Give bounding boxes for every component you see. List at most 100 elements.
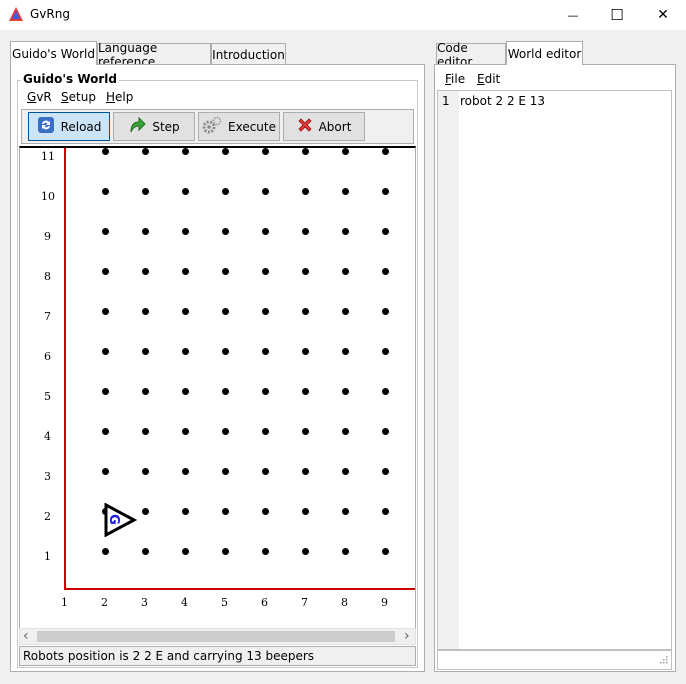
abort-x-icon <box>297 117 313 136</box>
grid-intersection-dot <box>141 187 149 195</box>
grid-intersection-dot <box>181 547 189 555</box>
grid-intersection-dot <box>101 387 109 395</box>
grid-intersection-dot <box>221 467 229 475</box>
grid-intersection-dot <box>381 267 389 275</box>
scroll-left-arrow-icon[interactable]: ‹ <box>23 628 29 644</box>
tab-guidos-world[interactable]: Guido's World <box>10 41 97 65</box>
step-arrow-icon <box>128 116 147 137</box>
tab-world-editor[interactable]: World editor <box>506 41 583 65</box>
tab-introduction[interactable]: Introduction <box>211 43 286 65</box>
maximize-button[interactable]: ☐ <box>594 0 640 30</box>
step-label: Step <box>152 119 180 134</box>
grid-intersection-dot <box>381 347 389 355</box>
title-bar: GvRng — ☐ ✕ <box>0 0 686 30</box>
menu-gvr[interactable]: GvR <box>27 90 52 104</box>
grid-intersection-dot <box>341 387 349 395</box>
grid-intersection-dot <box>221 387 229 395</box>
execute-button[interactable]: Execute <box>198 112 280 141</box>
reload-button[interactable]: Reload <box>28 112 110 141</box>
grid-intersection-dot <box>261 547 269 555</box>
y-axis-label: 1 <box>44 550 51 563</box>
grid-intersection-dot <box>141 507 149 515</box>
tab-language-reference[interactable]: Language reference <box>97 41 211 69</box>
tab-code-editor[interactable]: Code editor <box>436 41 506 69</box>
scroll-right-arrow-icon[interactable]: › <box>404 628 410 644</box>
y-axis-label: 2 <box>44 510 51 523</box>
horizontal-scrollbar[interactable]: ‹ › <box>19 628 416 645</box>
status-bar: Robots position is 2 2 E and carrying 13… <box>19 646 416 666</box>
south-wall <box>64 588 415 590</box>
grid-intersection-dot <box>381 427 389 435</box>
grid-intersection-dot <box>341 467 349 475</box>
grid-intersection-dot <box>101 427 109 435</box>
scrollbar-thumb[interactable] <box>37 631 395 642</box>
x-axis-label: 1 <box>61 596 68 609</box>
grid-intersection-dot <box>181 267 189 275</box>
grid-intersection-dot <box>261 347 269 355</box>
grid-intersection-dot <box>261 507 269 515</box>
grid-intersection-dot <box>261 187 269 195</box>
x-axis-label: 4 <box>181 596 188 609</box>
grid-intersection-dot <box>141 547 149 555</box>
grid-intersection-dot <box>341 187 349 195</box>
grid-intersection-dot <box>101 347 109 355</box>
grid-intersection-dot <box>181 227 189 235</box>
x-axis-label: 3 <box>141 596 148 609</box>
grid-intersection-dot <box>221 547 229 555</box>
line-number-gutter <box>438 91 459 649</box>
close-icon: ✕ <box>657 7 669 23</box>
grid-intersection-dot <box>141 387 149 395</box>
grid-intersection-dot <box>261 387 269 395</box>
y-axis-label: 3 <box>44 470 51 483</box>
world-editor-area[interactable]: 1 robot 2 2 E 13 <box>437 90 672 650</box>
menu-help[interactable]: Help <box>106 90 133 104</box>
grid-intersection-dot <box>381 387 389 395</box>
y-axis-label: 4 <box>44 430 51 443</box>
minimize-button[interactable]: — <box>550 0 596 30</box>
grid-intersection-dot <box>301 347 309 355</box>
grid-intersection-dot <box>381 547 389 555</box>
x-axis-label: 5 <box>221 596 228 609</box>
grid-intersection-dot <box>341 547 349 555</box>
grid-intersection-dot <box>301 507 309 515</box>
grid-intersection-dot <box>181 148 189 155</box>
window-title: GvRng <box>30 7 70 21</box>
grid-intersection-dot <box>301 227 309 235</box>
grid-intersection-dot <box>341 148 349 155</box>
code-line[interactable]: robot 2 2 E 13 <box>460 94 545 108</box>
grid-intersection-dot <box>101 307 109 315</box>
grid-intersection-dot <box>381 187 389 195</box>
y-axis-label: 10 <box>41 190 55 203</box>
grid-intersection-dot <box>181 347 189 355</box>
grid-intersection-dot <box>341 267 349 275</box>
grid-intersection-dot <box>381 227 389 235</box>
editor-status-bar <box>437 650 672 670</box>
menu-file[interactable]: File <box>445 72 465 86</box>
grid-intersection-dot <box>381 507 389 515</box>
resize-grip-icon[interactable] <box>658 653 668 667</box>
menu-edit-mnemonic: E <box>477 72 485 86</box>
step-button[interactable]: Step <box>113 112 195 141</box>
menu-file-text: ile <box>451 72 466 86</box>
x-axis-label: 6 <box>261 596 268 609</box>
execute-label: Execute <box>228 119 276 134</box>
grid-intersection-dot <box>381 467 389 475</box>
close-button[interactable]: ✕ <box>640 0 686 30</box>
reload-label: Reload <box>60 119 102 134</box>
grid-intersection-dot <box>301 267 309 275</box>
y-axis-label: 7 <box>44 310 51 323</box>
grid-intersection-dot <box>141 347 149 355</box>
y-axis-label: 5 <box>44 390 51 403</box>
menu-edit[interactable]: Edit <box>477 72 500 86</box>
grid-intersection-dot <box>141 467 149 475</box>
grid-intersection-dot <box>381 148 389 155</box>
grid-intersection-dot <box>341 347 349 355</box>
abort-button[interactable]: Abort <box>283 112 365 141</box>
y-axis-label: 6 <box>44 350 51 363</box>
menu-setup[interactable]: Setup <box>61 90 96 104</box>
abort-label: Abort <box>318 119 352 134</box>
grid-intersection-dot <box>101 148 109 155</box>
grid-intersection-dot <box>341 227 349 235</box>
grid-intersection-dot <box>381 307 389 315</box>
x-axis-label: 8 <box>341 596 348 609</box>
